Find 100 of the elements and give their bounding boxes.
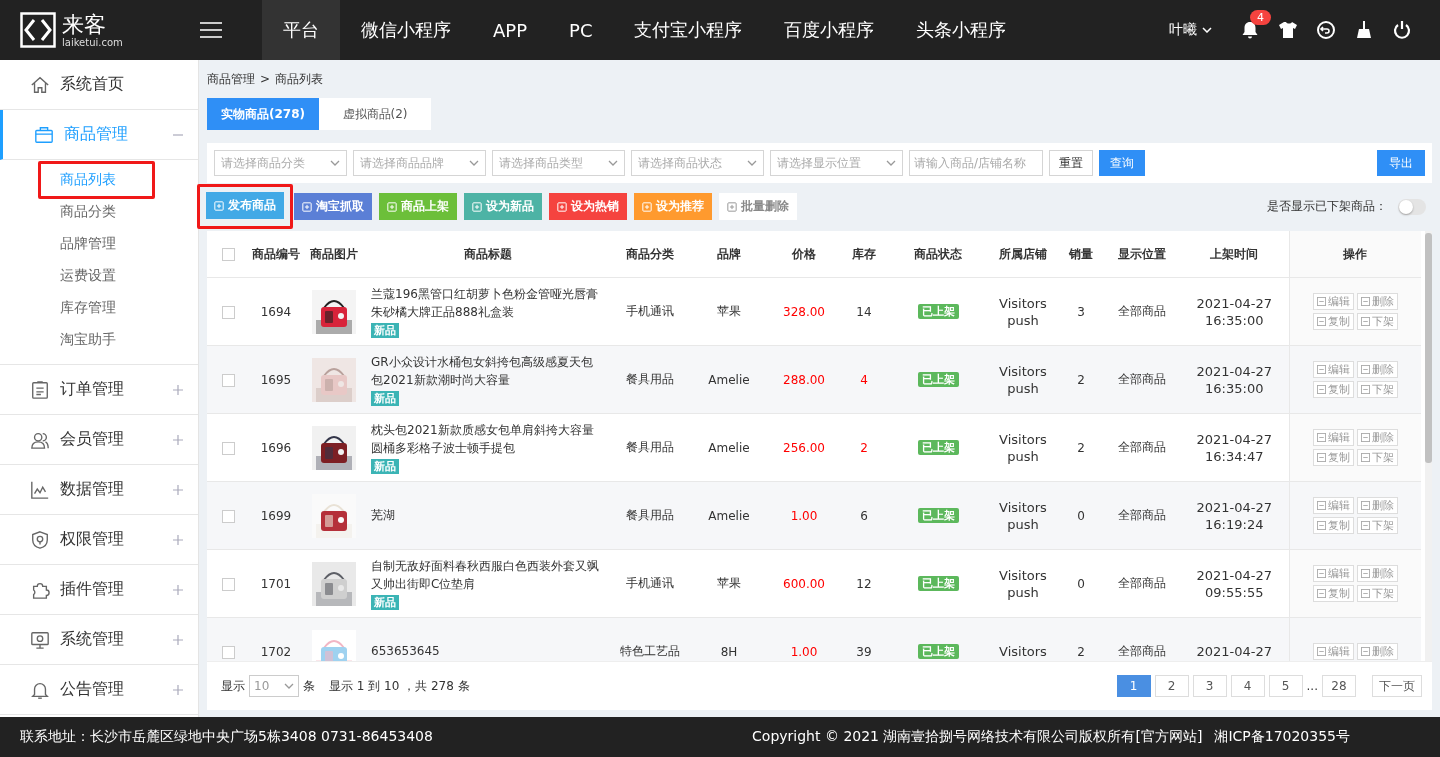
- select-field[interactable]: 请选择商品品牌: [353, 150, 486, 176]
- row-checkbox[interactable]: [221, 305, 235, 319]
- broom-icon[interactable]: [1354, 20, 1374, 40]
- sidebar-item[interactable]: 订单管理: [0, 365, 198, 415]
- action-button[interactable]: 设为新品: [464, 193, 542, 220]
- page-button[interactable]: 1: [1116, 675, 1151, 697]
- row-action-button[interactable]: 删除: [1356, 565, 1398, 582]
- nav-tab[interactable]: 平台: [262, 0, 340, 60]
- column-header: 商品图片: [310, 246, 358, 261]
- sidebar-item[interactable]: 数据管理: [0, 465, 198, 515]
- row-action-button[interactable]: 编辑: [1312, 643, 1354, 660]
- page-size-select[interactable]: 10: [249, 675, 299, 697]
- submenu-item[interactable]: 商品列表: [38, 161, 155, 199]
- sidebar-item[interactable]: 权限管理: [0, 515, 198, 565]
- row-action-button[interactable]: 删除: [1356, 429, 1398, 446]
- row-action-button[interactable]: 删除: [1356, 643, 1398, 660]
- row-action-button[interactable]: 删除: [1356, 293, 1398, 310]
- submenu-item[interactable]: 品牌管理: [60, 228, 116, 260]
- column-header: 所属店铺: [999, 246, 1047, 261]
- page-button[interactable]: 5: [1268, 675, 1303, 697]
- tab[interactable]: 虚拟商品(2): [319, 98, 431, 130]
- power-icon[interactable]: [1392, 20, 1412, 40]
- logo-icon: [20, 12, 56, 48]
- page-button[interactable]: 4: [1230, 675, 1265, 697]
- row-checkbox[interactable]: [221, 509, 235, 523]
- tag: 新品: [371, 595, 399, 610]
- breadcrumb-link[interactable]: 商品列表: [275, 70, 324, 88]
- nav-tab[interactable]: 百度小程序: [763, 0, 896, 60]
- page-button[interactable]: 28: [1322, 675, 1356, 697]
- row-action-button[interactable]: 下架: [1356, 449, 1398, 466]
- nav-tab[interactable]: 支付宝小程序: [613, 0, 764, 60]
- row-action-button[interactable]: 编辑: [1312, 497, 1354, 514]
- row-action-button[interactable]: 下架: [1356, 585, 1398, 602]
- nav-tab[interactable]: APP: [472, 0, 549, 60]
- select-field[interactable]: 请选择商品分类: [214, 150, 347, 176]
- row-action-button[interactable]: 复制: [1312, 517, 1354, 534]
- select-field[interactable]: 请选择显示位置: [770, 150, 903, 176]
- row-action-button[interactable]: 复制: [1312, 313, 1354, 330]
- row-checkbox[interactable]: [221, 373, 235, 387]
- table-cell: 苹果: [717, 304, 741, 318]
- select-all-checkbox[interactable]: [221, 248, 235, 261]
- toggle-switch[interactable]: [1398, 198, 1426, 215]
- select-field[interactable]: 请选择商品状态: [631, 150, 764, 176]
- next-page-button[interactable]: 下一页: [1372, 675, 1422, 697]
- shirt-icon[interactable]: [1278, 20, 1298, 40]
- row-action-button[interactable]: 下架: [1356, 313, 1398, 330]
- nav-tab[interactable]: 头条小程序: [895, 0, 1028, 60]
- action-button[interactable]: 设为推荐: [634, 193, 712, 220]
- row-action-button[interactable]: 删除: [1356, 497, 1398, 514]
- sidebar-item[interactable]: 会员管理: [0, 415, 198, 465]
- page-button[interactable]: 3: [1192, 675, 1227, 697]
- nav-tab[interactable]: 微信小程序: [340, 0, 472, 60]
- action-button[interactable]: 发布商品: [206, 192, 284, 219]
- sidebar-item[interactable]: 系统首页: [0, 60, 198, 110]
- nav-tab[interactable]: PC: [548, 0, 614, 60]
- export-button[interactable]: 导出: [1377, 150, 1425, 176]
- reset-button[interactable]: 重置: [1049, 150, 1093, 176]
- submenu-item[interactable]: 库存管理: [60, 292, 116, 324]
- table-cell: 餐具用品: [626, 508, 674, 522]
- logo-domain: laiketui.com: [62, 36, 123, 48]
- bell-icon[interactable]: [1240, 20, 1260, 40]
- sidebar-item[interactable]: 系统管理: [0, 615, 198, 665]
- column-header: 商品编号: [252, 246, 300, 261]
- tab[interactable]: 实物商品(278): [207, 98, 319, 130]
- row-action-button[interactable]: 删除: [1356, 361, 1398, 378]
- page-button[interactable]: 2: [1154, 675, 1189, 697]
- submenu-item[interactable]: 商品分类: [60, 196, 116, 228]
- action-button[interactable]: 设为热销: [549, 193, 627, 220]
- menu-icon[interactable]: [200, 21, 222, 39]
- row-action-button[interactable]: 编辑: [1312, 565, 1354, 582]
- sidebar-item[interactable]: 插件管理: [0, 565, 198, 615]
- action-button[interactable]: 批量删除: [719, 193, 797, 220]
- row-checkbox[interactable]: [221, 441, 235, 455]
- action-icon: [1360, 521, 1370, 530]
- undo-icon[interactable]: [1316, 20, 1336, 40]
- row-action-button[interactable]: 复制: [1312, 585, 1354, 602]
- submenu-item[interactable]: 淘宝助手: [60, 324, 116, 356]
- query-button[interactable]: 查询: [1099, 150, 1145, 176]
- breadcrumb-link[interactable]: 商品管理: [207, 70, 255, 88]
- row-action-button[interactable]: 下架: [1356, 381, 1398, 398]
- icp-link[interactable]: 湘ICP备17020355号: [1214, 728, 1350, 746]
- user-menu[interactable]: 叶曦: [1169, 21, 1212, 39]
- search-field[interactable]: 请输入商品/店铺名称: [909, 150, 1043, 176]
- row-action-button[interactable]: 复制: [1312, 381, 1354, 398]
- scrollbar[interactable]: [1425, 231, 1432, 661]
- row-action-button[interactable]: 编辑: [1312, 429, 1354, 446]
- table-cell: 全部商品: [1118, 440, 1166, 454]
- action-icon: [1316, 297, 1326, 306]
- row-action-button[interactable]: 编辑: [1312, 293, 1354, 310]
- submenu-item[interactable]: 运费设置: [60, 260, 116, 292]
- row-action-button[interactable]: 下架: [1356, 517, 1398, 534]
- action-button[interactable]: 淘宝抓取: [294, 193, 372, 220]
- select-field[interactable]: 请选择商品类型: [492, 150, 625, 176]
- row-action-button[interactable]: 编辑: [1312, 361, 1354, 378]
- listing-time: 16:35:00: [1205, 311, 1264, 329]
- row-checkbox[interactable]: [221, 645, 235, 659]
- action-button[interactable]: 商品上架: [379, 193, 457, 220]
- row-checkbox[interactable]: [221, 577, 235, 591]
- row-action-button[interactable]: 复制: [1312, 449, 1354, 466]
- sidebar-item[interactable]: 公告管理: [0, 665, 198, 715]
